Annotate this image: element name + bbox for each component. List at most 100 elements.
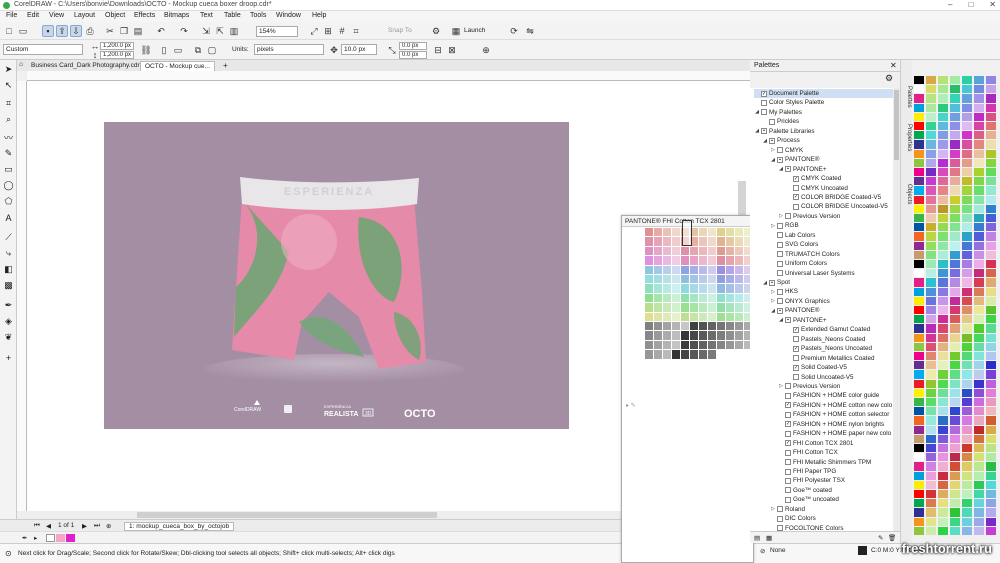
palette-swatch[interactable] <box>938 324 948 333</box>
pick-tool-icon[interactable]: ➤ <box>3 64 14 75</box>
tree-checkbox[interactable] <box>793 355 799 362</box>
palette-swatch[interactable] <box>974 425 984 434</box>
palette-swatch[interactable] <box>974 158 984 167</box>
palette-tree-item[interactable]: ▷ Previous Version <box>778 382 893 391</box>
palette-swatch[interactable] <box>962 186 972 195</box>
palette-swatch[interactable] <box>938 223 948 232</box>
palette-swatch[interactable] <box>926 232 936 241</box>
pantone-swatch[interactable] <box>726 228 734 237</box>
palette-swatch[interactable] <box>926 306 936 315</box>
pantone-swatch[interactable] <box>654 331 662 340</box>
landscape-icon[interactable]: ▭ <box>172 44 184 56</box>
palette-swatch[interactable] <box>950 453 960 462</box>
pantone-swatch[interactable] <box>654 340 662 350</box>
pantone-swatch[interactable] <box>672 303 680 312</box>
palette-swatch[interactable] <box>950 352 960 361</box>
palette-swatch[interactable] <box>974 444 984 453</box>
palette-swatch[interactable] <box>938 306 948 315</box>
zoom-level-select[interactable]: 154% <box>256 26 298 37</box>
doc-tab-business-card[interactable]: Business Card_Dark Photography.cdr <box>27 61 144 71</box>
palette-swatch[interactable] <box>974 260 984 269</box>
palette-swatch[interactable] <box>914 241 924 250</box>
palette-swatch[interactable] <box>986 195 996 204</box>
palette-swatch[interactable] <box>974 241 984 250</box>
palette-swatch[interactable] <box>926 352 936 361</box>
horizontal-ruler[interactable] <box>27 71 750 81</box>
tree-checkbox[interactable] <box>793 185 799 191</box>
tree-checkbox[interactable] <box>777 232 783 239</box>
tree-checkbox[interactable] <box>769 118 775 125</box>
pantone-swatch[interactable] <box>699 350 707 359</box>
pantone-swatch[interactable] <box>717 312 725 321</box>
palette-swatch[interactable] <box>950 287 960 296</box>
palette-swatch[interactable] <box>986 177 996 186</box>
palette-swatch[interactable] <box>926 398 936 407</box>
tree-expander-icon[interactable]: ▷ <box>770 147 776 153</box>
palette-swatch[interactable] <box>926 434 936 443</box>
palette-swatch[interactable] <box>926 131 936 140</box>
pantone-swatch[interactable] <box>663 265 671 274</box>
palette-swatch[interactable] <box>962 85 972 94</box>
palette-swatch[interactable] <box>938 232 948 241</box>
eyedropper-icon[interactable]: ✒ <box>3 300 14 311</box>
palette-swatch[interactable] <box>974 416 984 425</box>
palette-swatch[interactable] <box>938 361 948 370</box>
options-gear-icon[interactable]: ⚙ <box>430 25 442 37</box>
palette-swatch[interactable] <box>914 278 924 287</box>
palette-tree-item[interactable]: ◢ ▪ PANTONE® <box>770 155 893 164</box>
pantone-swatch[interactable] <box>681 265 689 274</box>
palette-swatch[interactable] <box>986 186 996 195</box>
pantone-swatch[interactable] <box>654 237 662 246</box>
palette-swatch[interactable] <box>914 361 924 370</box>
pantone-swatch[interactable] <box>645 303 653 312</box>
palette-swatch[interactable] <box>926 204 936 213</box>
palette-swatch[interactable] <box>962 158 972 167</box>
palette-swatch[interactable] <box>938 444 948 453</box>
pantone-swatch[interactable] <box>690 275 698 284</box>
palette-swatch[interactable] <box>986 306 996 315</box>
palette-swatch[interactable] <box>950 260 960 269</box>
duplicate-x-field[interactable]: 0.0 px <box>399 42 427 50</box>
palette-tree-item[interactable]: ✓ FHI Cotton TCX 2801 <box>778 439 893 448</box>
palette-swatch[interactable] <box>974 250 984 259</box>
pantone-swatch[interactable] <box>735 265 743 274</box>
palette-swatch[interactable] <box>926 508 936 517</box>
palette-swatch[interactable] <box>926 195 936 204</box>
palette-swatch[interactable] <box>938 250 948 259</box>
palette-swatch[interactable] <box>962 168 972 177</box>
pantone-swatch[interactable] <box>717 237 725 246</box>
palette-swatch[interactable] <box>974 434 984 443</box>
pantone-swatch[interactable] <box>735 246 743 256</box>
palette-swatch[interactable] <box>914 204 924 213</box>
pantone-swatch[interactable] <box>690 312 698 321</box>
palette-swatch[interactable] <box>950 444 960 453</box>
palette-swatch[interactable] <box>974 508 984 517</box>
first-page-icon[interactable]: ⏮ <box>34 522 40 530</box>
pantone-swatch[interactable] <box>735 340 743 350</box>
palette-swatch[interactable] <box>926 480 936 489</box>
tree-expander-icon[interactable]: ◢ <box>762 280 768 286</box>
palette-swatch[interactable] <box>962 177 972 186</box>
palette-swatch[interactable] <box>962 444 972 453</box>
palette-swatch[interactable] <box>974 85 984 94</box>
pantone-swatch[interactable] <box>654 350 662 359</box>
palette-swatch[interactable] <box>938 131 948 140</box>
palette-swatch[interactable] <box>950 149 960 158</box>
palette-swatch[interactable] <box>974 232 984 241</box>
palette-swatch[interactable] <box>914 499 924 508</box>
palette-swatch[interactable] <box>986 112 996 121</box>
tree-checkbox[interactable] <box>777 506 783 513</box>
align-icon[interactable]: ⊟ <box>432 44 444 56</box>
palette-swatch[interactable] <box>914 453 924 462</box>
palette-swatch[interactable] <box>974 287 984 296</box>
palette-swatch[interactable] <box>914 149 924 158</box>
palette-swatch[interactable] <box>938 76 948 85</box>
tree-checkbox[interactable] <box>785 383 791 390</box>
pantone-swatch[interactable] <box>717 228 725 237</box>
palette-swatch[interactable] <box>974 462 984 471</box>
palette-tree-item[interactable]: Lab Colors <box>770 231 893 240</box>
pantone-swatch[interactable] <box>690 256 698 265</box>
pantone-swatch[interactable] <box>717 256 725 265</box>
palette-swatch[interactable] <box>950 76 960 85</box>
tree-checkbox[interactable]: ▪ <box>785 317 791 324</box>
